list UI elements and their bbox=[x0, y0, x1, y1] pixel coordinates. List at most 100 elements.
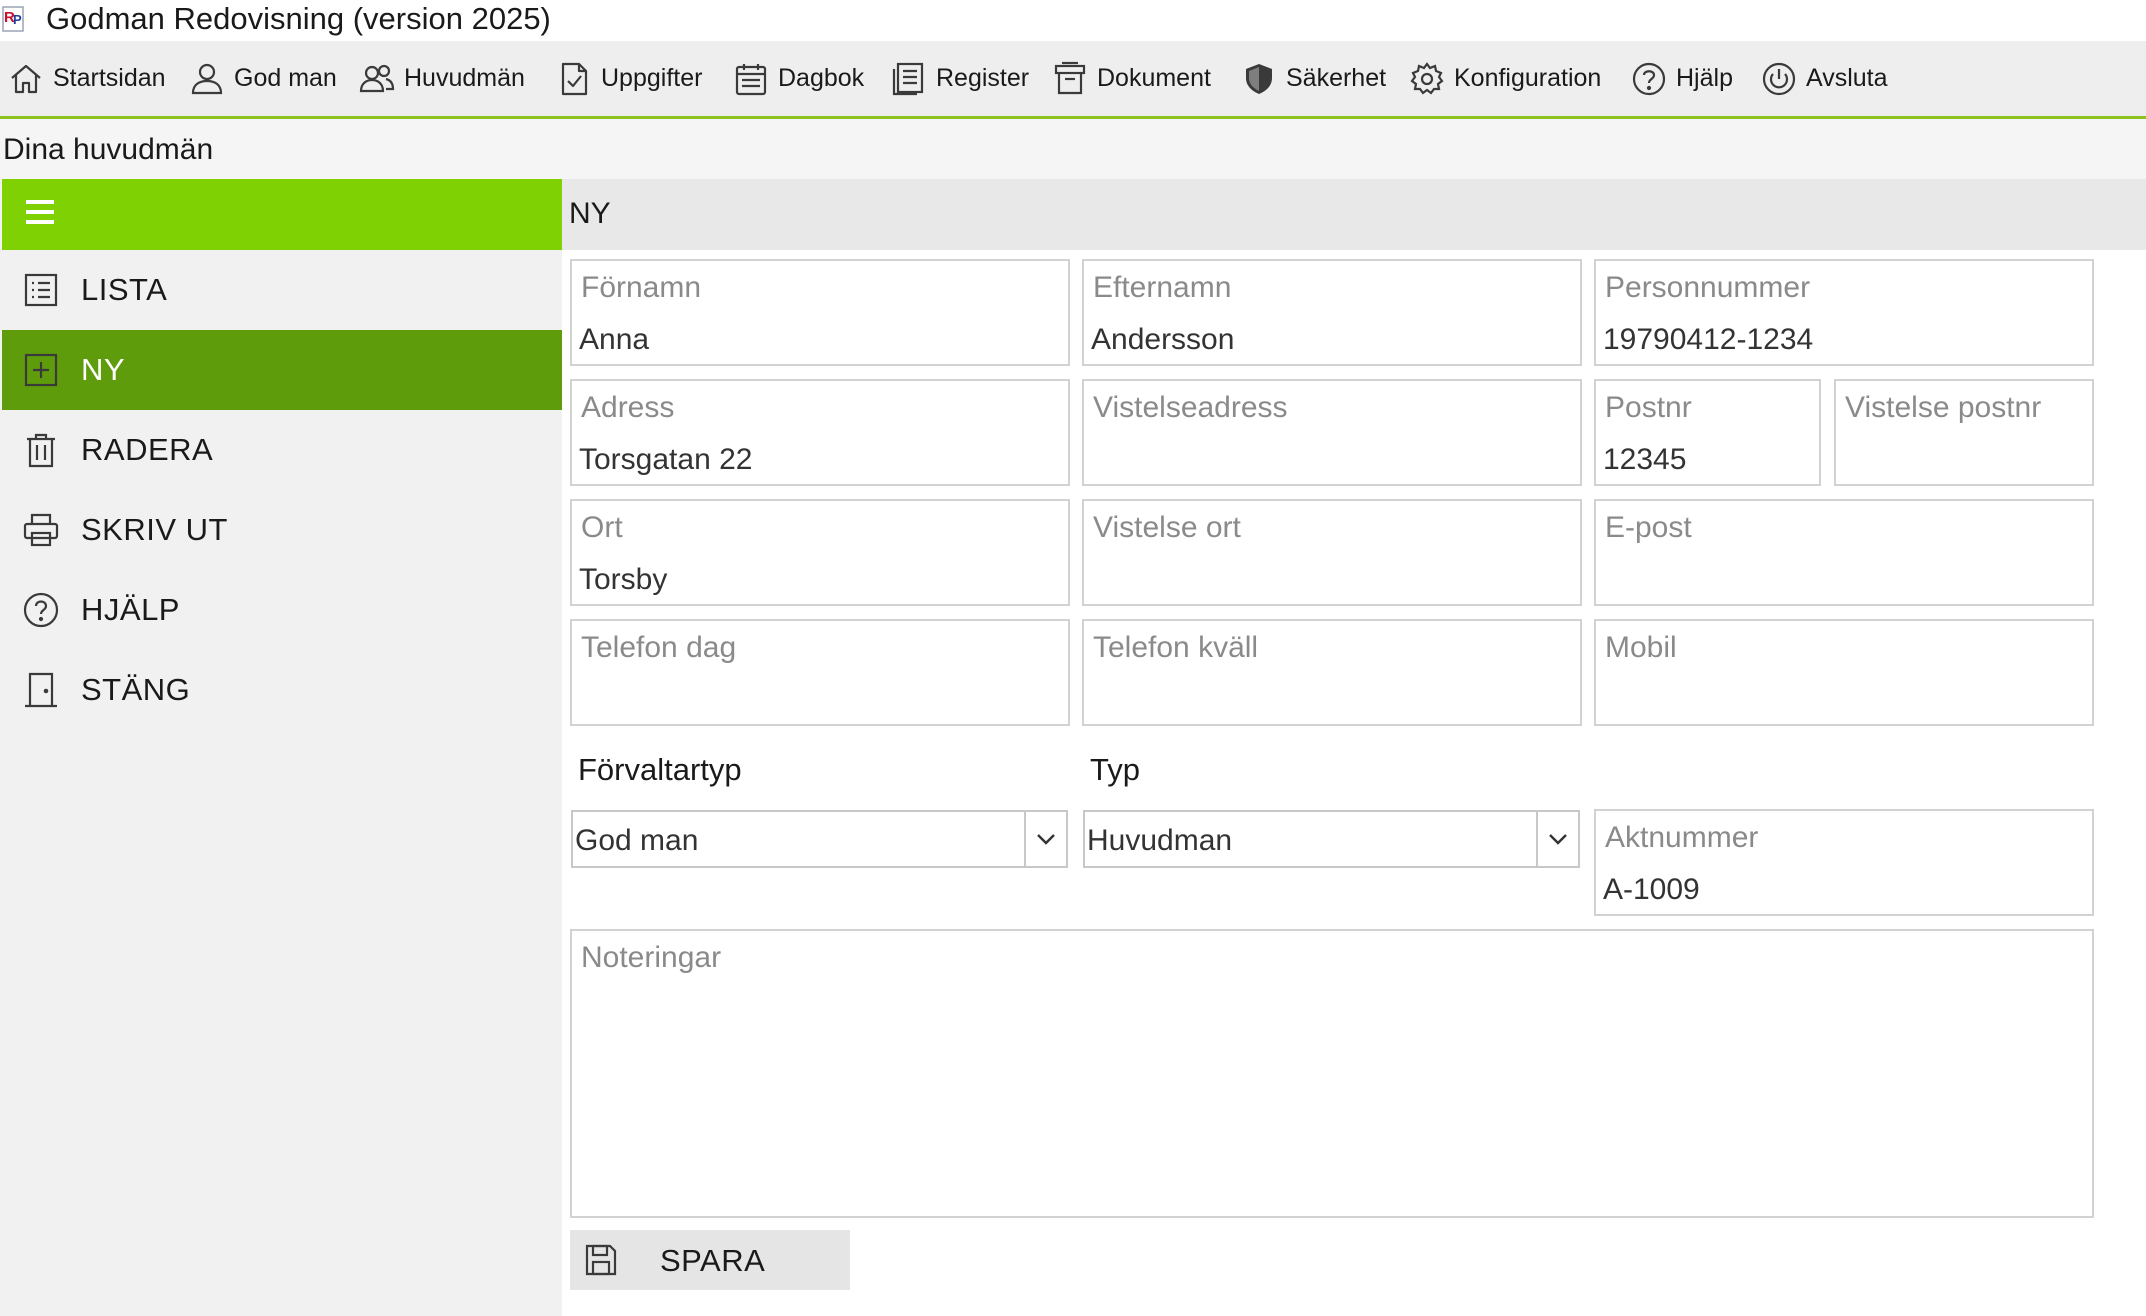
adress-field[interactable]: Adress Torsgatan 22 bbox=[570, 379, 1070, 486]
menu-label: Uppgifter bbox=[601, 64, 703, 92]
menu-huvudman[interactable]: Huvudmän bbox=[359, 41, 525, 116]
efternamn-field[interactable]: Efternamn Andersson bbox=[1082, 259, 1582, 366]
title-bar: R P Godman Redovisning (version 2025) bbox=[0, 0, 2146, 41]
sidebar-item-hjalp[interactable]: HJÄLP bbox=[2, 570, 562, 650]
forvaltartyp-select[interactable]: God man bbox=[571, 810, 1068, 868]
list-icon bbox=[24, 273, 58, 307]
save-label: SPARA bbox=[660, 1243, 766, 1278]
field-value: 12345 bbox=[1603, 443, 1687, 476]
power-icon bbox=[1762, 62, 1796, 95]
field-label: Förnamn bbox=[581, 271, 702, 304]
sidebar-item-label: LISTA bbox=[81, 272, 168, 307]
dropdown-arrow-button[interactable] bbox=[1536, 812, 1578, 866]
menu-hjalp[interactable]: Hjälp bbox=[1631, 41, 1733, 116]
telefon-kvall-field[interactable]: Telefon kväll bbox=[1082, 619, 1582, 726]
field-label: Ort bbox=[581, 511, 623, 544]
field-label: Vistelse ort bbox=[1093, 511, 1241, 544]
dropdown-arrow-button[interactable] bbox=[1024, 812, 1066, 866]
vistelse-ort-field[interactable]: Vistelse ort bbox=[1082, 499, 1582, 606]
menu-startsidan[interactable]: Startsidan bbox=[8, 41, 166, 116]
page-title: NY bbox=[569, 197, 611, 230]
menu-uppgifter[interactable]: Uppgifter bbox=[556, 41, 702, 116]
fornamn-field[interactable]: Förnamn Anna bbox=[570, 259, 1070, 366]
sidebar-item-label: SKRIV UT bbox=[81, 512, 228, 547]
field-label: Mobil bbox=[1605, 631, 1677, 664]
svg-text:P: P bbox=[13, 12, 22, 27]
sidebar-item-lista[interactable]: LISTA bbox=[2, 250, 562, 330]
vistelse-postnr-field[interactable]: Vistelse postnr bbox=[1834, 379, 2094, 486]
breadcrumb-label: Dina huvudmän bbox=[3, 133, 214, 166]
typ-label: Typ bbox=[1090, 752, 1140, 787]
main-menu: Startsidan God man Huvudmän Uppgifter Da… bbox=[0, 41, 2146, 119]
noteringar-textarea[interactable]: Noteringar bbox=[570, 929, 2094, 1218]
forvaltartyp-label: Förvaltartyp bbox=[578, 752, 742, 787]
printer-icon bbox=[23, 513, 59, 547]
menu-dokument[interactable]: Dokument bbox=[1052, 41, 1211, 116]
sidebar-item-skriv-ut[interactable]: SKRIV UT bbox=[2, 490, 562, 570]
menu-register[interactable]: Register bbox=[891, 41, 1029, 116]
shield-icon bbox=[1246, 63, 1272, 94]
select-value: Huvudman bbox=[1087, 824, 1233, 857]
field-value: Anna bbox=[579, 323, 650, 356]
archive-icon bbox=[1054, 61, 1086, 94]
menu-label: Konfiguration bbox=[1454, 64, 1602, 92]
hamburger-icon bbox=[26, 200, 54, 224]
task-icon bbox=[561, 62, 588, 95]
help-icon bbox=[23, 592, 59, 628]
field-label: Efternamn bbox=[1093, 271, 1232, 304]
gear-icon bbox=[1410, 61, 1444, 95]
sidebar-item-ny[interactable]: NY bbox=[2, 330, 562, 410]
menu-label: God man bbox=[234, 64, 337, 92]
field-label: Aktnummer bbox=[1605, 821, 1759, 854]
menu-avsluta[interactable]: Avsluta bbox=[1761, 41, 1888, 116]
postnr-field[interactable]: Postnr 12345 bbox=[1594, 379, 1821, 486]
register-icon bbox=[892, 62, 924, 95]
field-label: E-post bbox=[1605, 511, 1692, 544]
person-icon bbox=[191, 63, 223, 94]
menu-label: Hjälp bbox=[1676, 64, 1733, 92]
sidebar-item-label: NY bbox=[81, 352, 126, 387]
epost-field[interactable]: E-post bbox=[1594, 499, 2094, 606]
field-value: Andersson bbox=[1091, 323, 1235, 356]
sidebar-item-label: RADERA bbox=[81, 432, 214, 467]
sidebar-item-label: HJÄLP bbox=[81, 592, 180, 627]
vistelseadress-field[interactable]: Vistelseadress bbox=[1082, 379, 1582, 486]
calendar-icon bbox=[735, 63, 767, 95]
sidebar-item-radera[interactable]: RADERA bbox=[2, 410, 562, 490]
mobil-field[interactable]: Mobil bbox=[1594, 619, 2094, 726]
hamburger-menu-button[interactable] bbox=[2, 179, 562, 250]
help-icon bbox=[1632, 62, 1666, 95]
ort-field[interactable]: Ort Torsby bbox=[570, 499, 1070, 606]
field-label: Postnr bbox=[1605, 391, 1692, 424]
save-button[interactable]: SPARA bbox=[570, 1230, 850, 1290]
typ-select[interactable]: Huvudman bbox=[1083, 810, 1580, 868]
window-title: Godman Redovisning (version 2025) bbox=[46, 1, 551, 36]
field-label: Vistelseadress bbox=[1093, 391, 1288, 424]
field-value: 19790412-1234 bbox=[1603, 323, 1814, 356]
field-label: Personnummer bbox=[1605, 271, 1811, 304]
menu-konfiguration[interactable]: Konfiguration bbox=[1409, 41, 1601, 116]
trash-icon bbox=[27, 433, 55, 468]
field-label: Telefon dag bbox=[581, 631, 737, 664]
menu-sakerhet[interactable]: Säkerhet bbox=[1241, 41, 1386, 116]
chevron-down-icon bbox=[1549, 834, 1567, 845]
people-icon bbox=[359, 64, 395, 92]
select-value: God man bbox=[575, 824, 699, 857]
sidebar-item-stang[interactable]: STÄNG bbox=[2, 650, 562, 730]
field-label: Telefon kväll bbox=[1093, 631, 1259, 664]
home-icon bbox=[11, 64, 41, 93]
field-label: Adress bbox=[581, 391, 675, 424]
sidebar: LISTA NY RADERA SKRIV UT HJÄLP STÄNG bbox=[0, 179, 562, 1316]
menu-label: Dokument bbox=[1097, 64, 1211, 92]
field-value: Torsgatan 22 bbox=[579, 443, 753, 476]
aktnummer-field[interactable]: Aktnummer A-1009 bbox=[1594, 809, 2094, 916]
page-title-bar: NY bbox=[562, 179, 2146, 250]
menu-god-man[interactable]: God man bbox=[189, 41, 337, 116]
field-value: Torsby bbox=[579, 563, 668, 596]
menu-dagbok[interactable]: Dagbok bbox=[733, 41, 864, 116]
breadcrumb: Dina huvudmän bbox=[0, 119, 2146, 179]
telefon-dag-field[interactable]: Telefon dag bbox=[570, 619, 1070, 726]
door-icon bbox=[25, 672, 57, 708]
menu-label: Dagbok bbox=[778, 64, 865, 92]
personnummer-field[interactable]: Personnummer 19790412-1234 bbox=[1594, 259, 2094, 366]
